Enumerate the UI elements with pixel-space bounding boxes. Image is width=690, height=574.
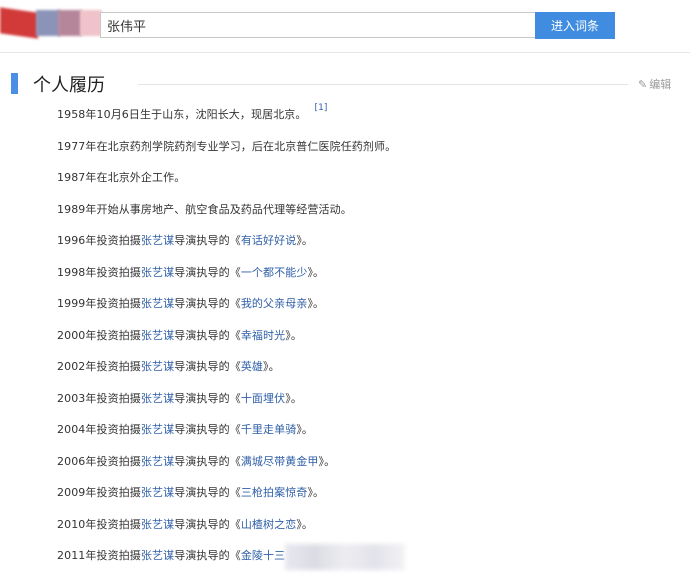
film-link[interactable]: 满城尽带黄金甲: [241, 455, 319, 468]
entry-text: 导演执导的《: [174, 486, 241, 499]
director-link[interactable]: 张艺谋: [141, 455, 174, 468]
entry-text: 1999年投资拍摄: [57, 297, 141, 310]
director-link[interactable]: 张艺谋: [141, 297, 174, 310]
entry-text: 1977年在北京药剂学院药剂专业学习，后在北京普仁医院任药剂师。: [57, 139, 397, 153]
blurred-overlay: [285, 544, 405, 570]
film-link[interactable]: 十面埋伏: [241, 392, 285, 405]
entry-text: 2002年投资拍摄: [57, 360, 141, 373]
entry-text: 导演执导的《: [174, 360, 241, 373]
director-link[interactable]: 张艺谋: [141, 234, 174, 247]
entry-text: 1958年10月6日生于山东，沈阳长大，现居北京。: [57, 108, 307, 121]
career-entry: 1998年投资拍摄张艺谋导演执导的《一个都不能少》。: [57, 264, 324, 280]
entry-text: 》。: [285, 391, 302, 405]
film-link[interactable]: 有话好好说: [241, 234, 297, 247]
career-entry: 2009年投资拍摄张艺谋导演执导的《三枪拍案惊奇》。: [57, 484, 324, 500]
film-link[interactable]: 金陵十三: [241, 549, 285, 562]
section-accent-bar: [11, 73, 18, 94]
search-box: [100, 12, 536, 38]
career-entry: 2000年投资拍摄张艺谋导演执导的《幸福时光》。: [57, 327, 302, 343]
entry-text: 1989年开始从事房地产、航空食品及药品代理等经营活动。: [57, 202, 352, 216]
film-link[interactable]: 三枪拍案惊奇: [241, 486, 308, 499]
search-input[interactable]: [101, 13, 536, 37]
entry-text: 导演执导的《: [174, 423, 241, 436]
entry-text: 》。: [296, 517, 314, 531]
career-entry: 2003年投资拍摄张艺谋导演执导的《十面埋伏》。: [57, 390, 302, 406]
career-entry: 2002年投资拍摄张艺谋导演执导的《英雄》。: [57, 358, 280, 374]
entry-text: 》。: [307, 265, 325, 279]
director-link[interactable]: 张艺谋: [141, 518, 174, 531]
film-link[interactable]: 幸福时光: [241, 329, 285, 342]
career-entry: 1958年10月6日生于山东，沈阳长大，现居北京。 [1]: [57, 103, 328, 122]
director-link[interactable]: 张艺谋: [141, 266, 174, 279]
entry-text: 》。: [307, 297, 325, 310]
entry-text: 2009年投资拍摄: [57, 486, 141, 499]
director-link[interactable]: 张艺谋: [141, 423, 174, 436]
entry-text: 》。: [296, 423, 314, 436]
entry-text: 2003年投资拍摄: [57, 391, 141, 405]
film-link[interactable]: 我的父亲母亲: [241, 297, 308, 310]
entry-text: 》。: [263, 360, 280, 373]
career-entry: 1996年投资拍摄张艺谋导演执导的《有话好好说》。: [57, 232, 313, 248]
career-entry: 2011年投资拍摄张艺谋导演执导的《金陵十三: [57, 547, 285, 563]
entry-text: 导演执导的《: [174, 328, 241, 342]
top-bar: 进入词条: [0, 0, 690, 53]
career-entry: 1987年在北京外企工作。: [57, 169, 185, 185]
career-entry: 2004年投资拍摄张艺谋导演执导的《千里走单骑》。: [57, 421, 313, 437]
director-link[interactable]: 张艺谋: [141, 392, 174, 405]
entry-text: 2000年投资拍摄: [57, 328, 141, 342]
director-link[interactable]: 张艺谋: [141, 329, 174, 342]
entry-text: 1998年投资拍摄: [57, 265, 141, 279]
citation-link[interactable]: [1]: [315, 103, 328, 113]
entry-text: 1987年在北京外企工作。: [57, 171, 186, 184]
entry-text: 2004年投资拍摄: [57, 423, 141, 436]
entry-text: 导演执导的《: [174, 549, 241, 562]
entry-text: 》。: [318, 454, 336, 468]
entry-text: 导演执导的《: [174, 517, 241, 531]
career-entry: 1999年投资拍摄张艺谋导演执导的《我的父亲母亲》。: [57, 295, 324, 311]
article-content: 个人履历 ✎ 编辑 1958年10月6日生于山东，沈阳长大，现居北京。 [1] 197…: [0, 53, 690, 574]
pencil-icon: ✎: [638, 78, 648, 91]
entry-text: 导演执导的《: [174, 234, 241, 247]
film-link[interactable]: 一个都不能少: [241, 266, 308, 279]
director-link[interactable]: 张艺谋: [141, 360, 174, 373]
career-entry: 1977年在北京药剂学院药剂专业学习，后在北京普仁医院任药剂师。: [57, 138, 396, 154]
entry-text: 导演执导的《: [174, 391, 241, 405]
section-title: 个人履历: [33, 75, 105, 96]
director-link[interactable]: 张艺谋: [141, 549, 174, 562]
film-link[interactable]: 山楂树之恋: [241, 518, 297, 531]
section-divider: [138, 84, 628, 85]
career-entry: 2010年投资拍摄张艺谋导演执导的《山楂树之恋》。: [57, 516, 313, 532]
entry-text: 导演执导的《: [174, 454, 241, 468]
edit-button[interactable]: ✎ 编辑: [638, 76, 671, 92]
entry-text: 》。: [285, 328, 302, 342]
career-entry: 1989年开始从事房地产、航空食品及药品代理等经营活动。: [57, 201, 352, 217]
enter-entry-button[interactable]: 进入词条: [535, 12, 615, 39]
entry-text: 2006年投资拍摄: [57, 454, 141, 468]
entry-text: 》。: [296, 234, 314, 247]
entry-text: 2011年投资拍摄: [57, 549, 141, 562]
edit-label: 编辑: [649, 78, 672, 91]
entry-text: 》。: [307, 486, 325, 499]
film-link[interactable]: 千里走单骑: [241, 423, 297, 436]
entry-text: 导演执导的《: [174, 265, 241, 279]
entry-text: 1996年投资拍摄: [57, 234, 141, 247]
site-logo[interactable]: [0, 6, 110, 40]
film-link[interactable]: 英雄: [241, 360, 263, 373]
career-entry: 2006年投资拍摄张艺谋导演执导的《满城尽带黄金甲》。: [57, 453, 335, 469]
entry-text: 导演执导的《: [174, 297, 241, 310]
director-link[interactable]: 张艺谋: [141, 486, 174, 499]
entry-text: 2010年投资拍摄: [57, 517, 141, 531]
